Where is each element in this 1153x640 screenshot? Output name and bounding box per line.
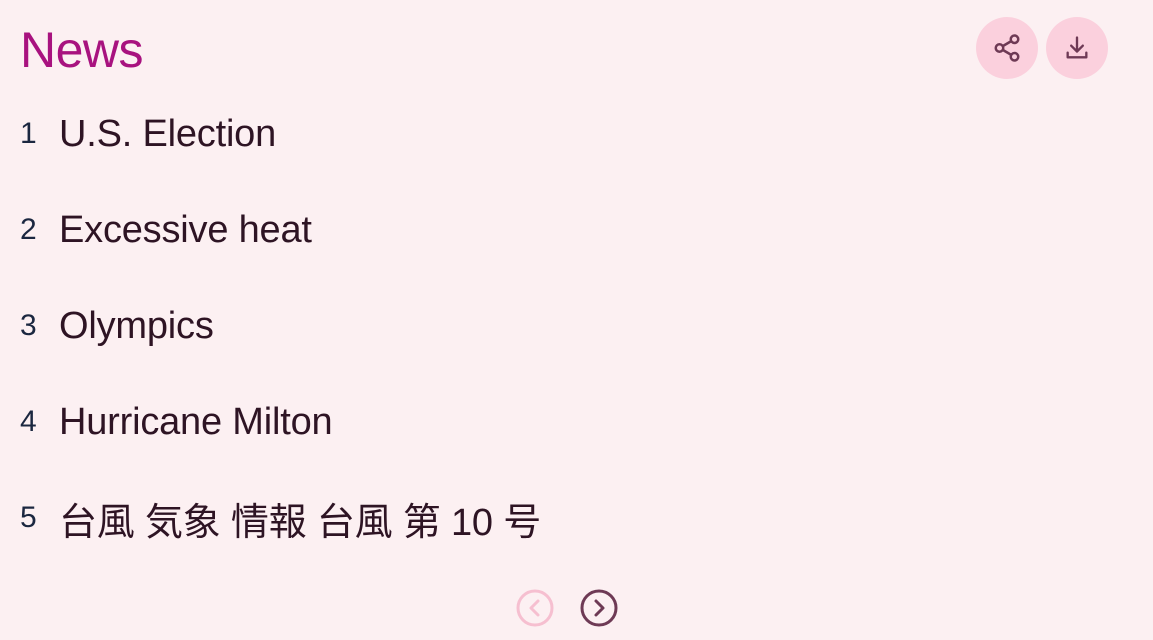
share-icon bbox=[994, 34, 1020, 62]
next-page-button[interactable] bbox=[579, 588, 619, 628]
list-item[interactable]: 5 台風 気象 情報 台風 第 10 号 bbox=[20, 488, 541, 548]
page-title: News bbox=[20, 22, 144, 78]
rank-number: 1 bbox=[20, 117, 37, 150]
list-item[interactable]: 1 U.S. Election bbox=[20, 104, 541, 164]
previous-page-button[interactable] bbox=[515, 588, 555, 628]
news-card: News 1 U.S. Election 2 Excessive heat 3 … bbox=[0, 0, 1153, 640]
list-item[interactable]: 3 Olympics bbox=[20, 296, 541, 356]
topic-label: Olympics bbox=[59, 304, 214, 347]
trends-list: 1 U.S. Election 2 Excessive heat 3 Olymp… bbox=[20, 104, 541, 584]
topic-label: 台風 気象 情報 台風 第 10 号 bbox=[59, 501, 542, 544]
action-buttons bbox=[976, 17, 1108, 79]
chevron-right-circle-icon bbox=[580, 589, 618, 627]
download-button[interactable] bbox=[1046, 17, 1108, 79]
rank-number: 3 bbox=[20, 309, 37, 342]
list-item[interactable]: 2 Excessive heat bbox=[20, 200, 541, 260]
pagination bbox=[515, 588, 619, 628]
rank-number: 4 bbox=[20, 405, 37, 438]
share-button[interactable] bbox=[976, 17, 1038, 79]
topic-label: U.S. Election bbox=[59, 112, 277, 155]
topic-label: Excessive heat bbox=[59, 208, 312, 251]
rank-number: 5 bbox=[20, 501, 37, 534]
chevron-left-circle-icon bbox=[516, 589, 554, 627]
topic-label: Hurricane Milton bbox=[59, 400, 333, 443]
list-item[interactable]: 4 Hurricane Milton bbox=[20, 392, 541, 452]
rank-number: 2 bbox=[20, 213, 37, 246]
download-icon bbox=[1066, 36, 1088, 59]
